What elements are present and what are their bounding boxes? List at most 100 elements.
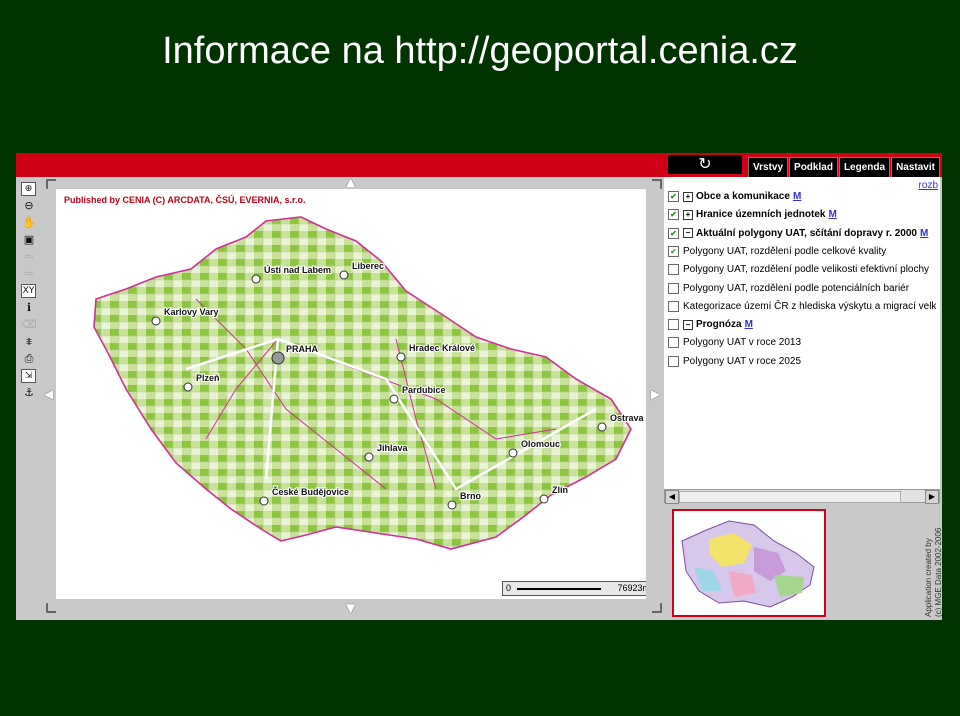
metadata-link[interactable]: M — [920, 228, 928, 239]
map-toolbar: ⊕ ⊖ ✋ ▣ ⇦ ⇨ XY ℹ ⌫ ⩨ ⎙ ⇲ ⚓ — [20, 179, 40, 402]
layer-checkbox[interactable]: ✔ — [668, 209, 679, 221]
layer-label: Polygony UAT v roce 2013 — [683, 337, 802, 349]
corner-ne-icon[interactable] — [652, 179, 662, 189]
city-label: Karlovy Vary — [164, 307, 219, 317]
full-extent-icon[interactable]: ▣ — [21, 233, 37, 247]
metadata-link[interactable]: M — [828, 209, 836, 220]
layer-checkbox[interactable] — [668, 282, 679, 294]
layer-label: Hranice územních jednotek — [696, 209, 826, 221]
layer-checkbox[interactable] — [668, 319, 679, 331]
pan-north-icon[interactable]: ▲ — [346, 175, 355, 189]
overview-map[interactable] — [672, 509, 826, 617]
city-label: České Budějovice — [272, 486, 349, 497]
metadata-link[interactable]: M — [745, 319, 753, 330]
corner-nw-icon[interactable] — [46, 179, 56, 189]
zoom-out-icon[interactable]: ⊖ — [21, 199, 37, 213]
layer-checkbox[interactable]: ✔ — [668, 191, 679, 202]
city-marker — [364, 452, 374, 462]
layer-label: Polygony UAT v roce 2025 — [683, 355, 802, 367]
expand-toggle-icon[interactable]: − — [683, 319, 693, 330]
tab-legenda[interactable]: Legenda — [838, 157, 891, 177]
city-marker — [183, 382, 193, 392]
layer-checkbox[interactable] — [668, 264, 679, 276]
layer-checkbox[interactable] — [668, 300, 679, 312]
eraser-icon[interactable]: ⌫ — [21, 318, 37, 332]
layer-item: Polygony UAT, rozdělení podle potenciáln… — [668, 282, 910, 294]
app-credit-line2: (c) MGE Data 2002-2006 — [934, 527, 942, 617]
city-marker — [447, 500, 457, 510]
xy-coordinates-icon[interactable]: XY — [21, 284, 36, 298]
scale-start: 0 — [506, 583, 512, 593]
print-icon[interactable]: ⎙ — [21, 352, 37, 366]
layer-label: Polygony UAT, rozdělení podle velikosti … — [683, 264, 930, 276]
layer-item: ✔ + Hranice územních jednotek M — [668, 209, 837, 221]
city-marker — [151, 316, 161, 326]
layer-checkbox[interactable] — [668, 355, 679, 367]
corner-sw-icon[interactable] — [46, 603, 56, 613]
city-label: Liberec — [352, 261, 384, 271]
layer-label: Aktuální polygony UAT, sčítání dopravy r… — [696, 227, 917, 239]
city-marker — [271, 351, 285, 365]
export-icon[interactable]: ⇲ — [21, 369, 36, 383]
city-label: Jihlava — [377, 443, 409, 453]
expand-toggle-icon[interactable]: − — [683, 228, 693, 239]
city-marker — [508, 448, 518, 458]
pan-west-icon[interactable]: ◀ — [44, 387, 53, 401]
panel-tabs: Vrstvy Podklad Legenda Nastavit — [748, 157, 941, 177]
scale-end: 76923m — [617, 583, 646, 593]
tab-vrstvy[interactable]: Vrstvy — [748, 157, 789, 177]
layer-label: Prognóza — [696, 319, 742, 331]
layer-label: Kategorizace území ČR z hlediska výskytu… — [683, 300, 937, 312]
tab-nastavit[interactable]: Nastavit — [891, 157, 940, 177]
scale-bar: 0 76923m — [502, 581, 646, 596]
layer-item: Polygony UAT, rozdělení podle velikosti … — [668, 264, 930, 276]
city-label: Zlín — [552, 485, 568, 495]
corner-se-icon[interactable] — [652, 603, 662, 613]
pan-hand-icon[interactable]: ✋ — [21, 216, 37, 230]
city-marker — [396, 352, 406, 362]
layer-item: ✔ + Obce a komunikace M — [668, 191, 801, 202]
czech-map-svg: Ústí nad Labem Liberec Karlovy Vary PRAHA Hr… — [93, 216, 646, 550]
back-arrow-icon[interactable]: ⇦ — [21, 250, 37, 264]
layer-checkbox[interactable]: ✔ — [668, 227, 679, 239]
city-marker — [259, 496, 269, 506]
layer-checkbox[interactable]: ✔ — [668, 245, 679, 257]
layer-item: Polygony UAT v roce 2013 — [668, 337, 802, 349]
info-icon[interactable]: ℹ — [21, 301, 37, 315]
layer-item: Polygony UAT v roce 2025 — [668, 355, 802, 367]
scale-line — [517, 588, 601, 590]
refresh-button[interactable]: ↻ — [668, 155, 742, 174]
expand-toggle-icon[interactable]: + — [683, 191, 693, 202]
layer-checkbox[interactable] — [668, 337, 679, 349]
pan-south-icon[interactable]: ▼ — [346, 601, 355, 615]
horizontal-scrollbar[interactable]: ◀ ▶ — [664, 489, 940, 504]
scroll-left-icon[interactable]: ◀ — [665, 490, 679, 504]
layer-label: Polygony UAT, rozdělení podle potenciáln… — [683, 282, 910, 294]
measure-icon[interactable]: ⩨ — [21, 335, 37, 349]
geoportal-app: ↻ Vrstvy Podklad Legenda Nastavit ⊕ ⊖ ✋ ▣ ⇦ ⇨… — [16, 153, 942, 620]
expand-toggle-icon[interactable]: + — [683, 209, 693, 220]
top-bar: ↻ Vrstvy Podklad Legenda Nastavit — [16, 153, 942, 177]
layer-item: ✔ − Aktuální polygony UAT, sčítání dopravy… — [668, 227, 928, 239]
scroll-right-icon[interactable]: ▶ — [925, 490, 939, 504]
forward-arrow-icon[interactable]: ⇨ — [21, 267, 37, 281]
scroll-thumb[interactable] — [679, 491, 901, 503]
city-marker — [339, 270, 349, 280]
layer-list: rozb ✔ + Obce a komunikace M ✔ + Hranice územn… — [664, 177, 940, 489]
overview-map-svg — [681, 520, 815, 608]
city-marker — [389, 394, 399, 404]
map-canvas[interactable]: Ústí nad Labem Liberec Karlovy Vary PRAHA Hr… — [56, 189, 646, 599]
tab-podklad[interactable]: Podklad — [789, 157, 838, 177]
city-label: Pardubice — [402, 385, 446, 395]
layer-item: − Prognóza M — [668, 319, 753, 331]
zoom-in-icon[interactable]: ⊕ — [21, 182, 36, 196]
city-marker — [597, 422, 607, 432]
refresh-icon: ↻ — [698, 156, 712, 173]
rozb-link[interactable]: rozb — [919, 180, 938, 191]
pan-east-icon[interactable]: ▶ — [651, 387, 660, 401]
slide-title: Informace na http://geoportal.cenia.cz — [162, 30, 798, 72]
app-credit-line1: Application created by — [924, 538, 933, 617]
city-label: Hradec Králové — [409, 343, 475, 353]
anchor-icon[interactable]: ⚓ — [21, 386, 37, 400]
metadata-link[interactable]: M — [793, 191, 801, 202]
